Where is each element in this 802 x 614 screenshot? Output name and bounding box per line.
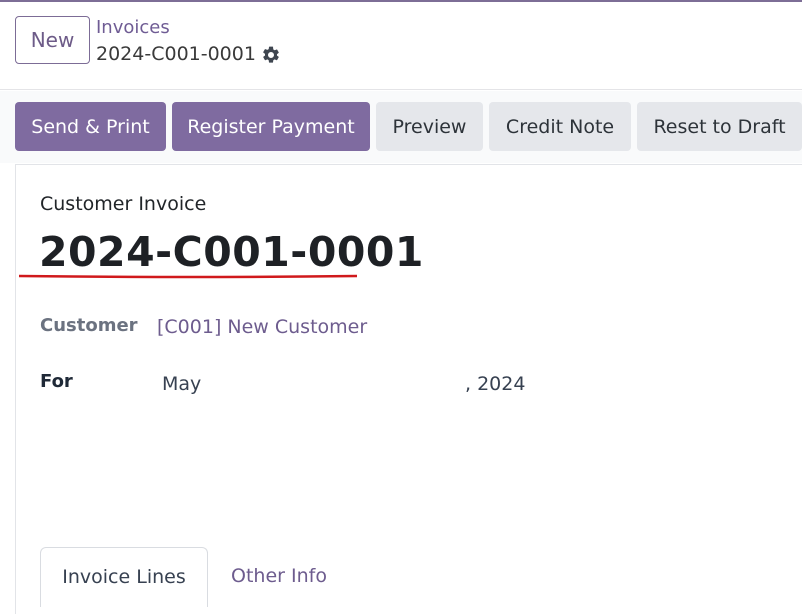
for-label: For [40,371,73,392]
for-year[interactable]: , 2024 [465,373,525,395]
new-button[interactable]: New [15,16,90,64]
tab-invoice-lines[interactable]: Invoice Lines [40,547,208,607]
breadcrumb-current: 2024-C001-0001 [96,43,256,65]
action-bar: Send & Print Register Payment Preview Cr… [0,91,802,163]
tab-other-info[interactable]: Other Info [216,547,342,607]
notebook-tabs: Invoice Lines Other Info [40,547,740,607]
register-payment-button[interactable]: Register Payment [172,102,370,151]
preview-button[interactable]: Preview [376,102,483,151]
customer-field[interactable]: [C001] New Customer [157,316,367,338]
send-print-button[interactable]: Send & Print [15,102,166,151]
customer-label: Customer [40,315,138,336]
gear-icon[interactable] [261,45,281,65]
breadcrumb-invoices-link[interactable]: Invoices [96,17,170,38]
control-panel: New Invoices 2024-C001-0001 [0,2,802,90]
credit-note-button[interactable]: Credit Note [489,102,631,151]
document-name[interactable]: 2024-C001-0001 [39,228,424,276]
for-month[interactable]: May [162,373,201,395]
reset-to-draft-button[interactable]: Reset to Draft [637,102,802,151]
document-type-label: Customer Invoice [40,193,207,215]
annotation-underline [18,274,358,279]
